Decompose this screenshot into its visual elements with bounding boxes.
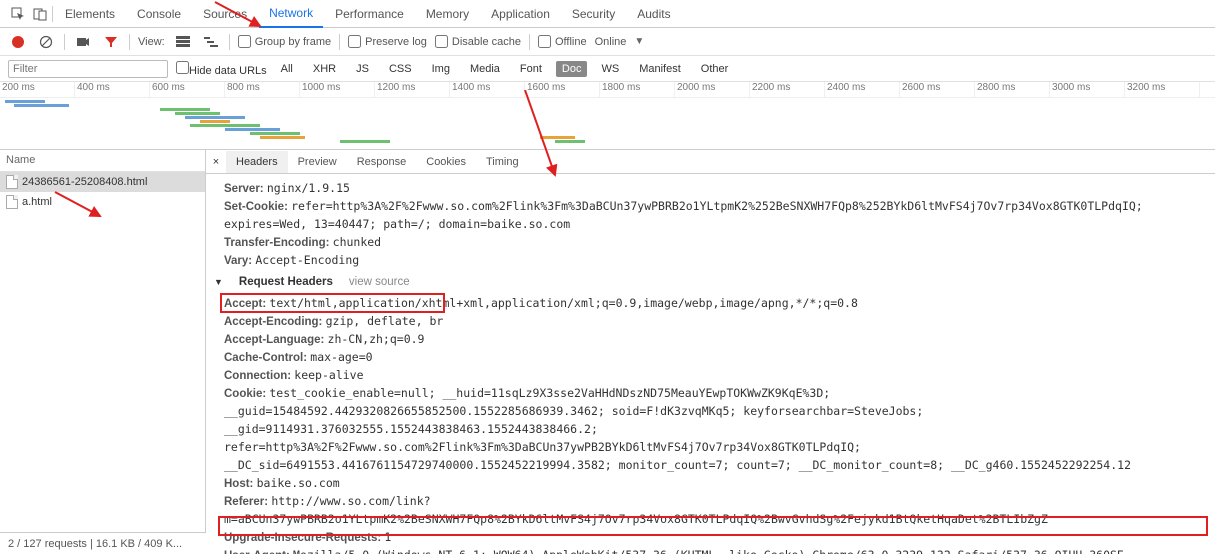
- filter-icon[interactable]: [101, 32, 121, 52]
- view-label: View:: [138, 36, 165, 48]
- header-value: gzip, deflate, br: [326, 314, 444, 328]
- header-key: Host:: [224, 478, 253, 490]
- timeline-bars: [0, 98, 1215, 150]
- header-value: zh-CN,zh;q=0.9: [328, 332, 425, 346]
- subtab-response[interactable]: Response: [347, 151, 417, 173]
- type-ws[interactable]: WS: [595, 61, 625, 77]
- caret-down-icon: ▼: [214, 274, 223, 291]
- request-row[interactable]: a.html: [0, 192, 205, 212]
- preserve-log-checkbox[interactable]: Preserve log: [348, 35, 427, 48]
- camera-icon[interactable]: [73, 32, 93, 52]
- file-icon: [6, 175, 18, 189]
- header-key: Accept-Language:: [224, 334, 324, 346]
- header-key: Cache-Control:: [224, 352, 307, 364]
- type-js[interactable]: JS: [350, 61, 375, 77]
- type-doc[interactable]: Doc: [556, 61, 588, 77]
- type-all[interactable]: All: [275, 61, 299, 77]
- header-key: Connection:: [224, 370, 291, 382]
- header-value: test_cookie_enable=null; __huid=11sqLz9X…: [224, 386, 1131, 472]
- header-value: refer=http%3A%2F%2Fwww.so.com%2Flink%3Fm…: [224, 199, 1143, 231]
- inspect-icon[interactable]: [8, 4, 28, 24]
- tab-console[interactable]: Console: [127, 1, 191, 27]
- header-value: chunked: [333, 235, 381, 249]
- header-value: Mozilla/5.0 (Windows NT 6.1; WOW64) Appl…: [293, 548, 1124, 554]
- header-key: Server:: [224, 183, 264, 195]
- group-by-frame-checkbox[interactable]: Group by frame: [238, 35, 331, 48]
- request-headers-section[interactable]: ▼ Request Headers view source: [214, 274, 1205, 291]
- header-value: 1: [384, 530, 391, 544]
- disable-cache-checkbox[interactable]: Disable cache: [435, 35, 521, 48]
- network-toolbar: View: Group by frame Preserve log Disabl…: [0, 28, 1215, 56]
- header-value: nginx/1.9.15: [267, 181, 350, 195]
- header-key: Upgrade-Insecure-Requests:: [224, 532, 381, 544]
- tab-network[interactable]: Network: [259, 0, 323, 28]
- header-key: Set-Cookie:: [224, 201, 288, 213]
- subtab-headers[interactable]: Headers: [226, 151, 288, 173]
- header-key: Cookie:: [224, 388, 266, 400]
- type-img[interactable]: Img: [426, 61, 456, 77]
- filter-input[interactable]: [8, 60, 168, 78]
- header-key: Accept:: [224, 298, 266, 310]
- header-value: baike.so.com: [257, 476, 340, 490]
- tab-elements[interactable]: Elements: [55, 1, 125, 27]
- throttle-caret-icon[interactable]: ▼: [634, 36, 644, 47]
- throttle-select[interactable]: Online: [595, 36, 627, 48]
- request-list-panel: Name 24386561-25208408.html a.html: [0, 150, 206, 554]
- close-details-icon[interactable]: ×: [206, 156, 226, 168]
- file-icon: [6, 195, 18, 209]
- tab-security[interactable]: Security: [562, 1, 625, 27]
- clear-icon[interactable]: [36, 32, 56, 52]
- type-xhr[interactable]: XHR: [307, 61, 342, 77]
- hide-data-urls-checkbox[interactable]: Hide data URLs: [176, 61, 267, 77]
- header-value: text/html,application/xhtml+xml,applicat…: [269, 296, 858, 310]
- type-other[interactable]: Other: [695, 61, 735, 77]
- header-value: keep-alive: [294, 368, 363, 382]
- header-value: max-age=0: [310, 350, 372, 364]
- status-bar: 2 / 127 requests | 16.1 KB / 409 K...: [0, 532, 206, 554]
- header-key: User-Agent:: [224, 550, 290, 554]
- view-source-link[interactable]: view source: [349, 274, 410, 291]
- tab-memory[interactable]: Memory: [416, 1, 479, 27]
- devtools-top-tabs: Elements Console Sources Network Perform…: [0, 0, 1215, 28]
- timeline-overview[interactable]: 200 ms400 ms600 ms800 ms1000 ms1200 ms14…: [0, 82, 1215, 150]
- subtab-cookies[interactable]: Cookies: [416, 151, 476, 173]
- offline-checkbox[interactable]: Offline: [538, 35, 587, 48]
- header-key: Transfer-Encoding:: [224, 237, 329, 249]
- request-row[interactable]: 24386561-25208408.html: [0, 172, 205, 192]
- header-key: Vary:: [224, 255, 252, 267]
- subtab-preview[interactable]: Preview: [288, 151, 347, 173]
- type-font[interactable]: Font: [514, 61, 548, 77]
- waterfall-icon[interactable]: [201, 32, 221, 52]
- tab-application[interactable]: Application: [481, 1, 560, 27]
- header-key: Referer:: [224, 496, 268, 508]
- type-manifest[interactable]: Manifest: [633, 61, 687, 77]
- header-key: Accept-Encoding:: [224, 316, 322, 328]
- tab-audits[interactable]: Audits: [627, 1, 680, 27]
- header-value: http://www.so.com/link?m=aBCUn37ywPBRB2o…: [224, 494, 1048, 526]
- type-media[interactable]: Media: [464, 61, 506, 77]
- tab-performance[interactable]: Performance: [325, 1, 414, 27]
- column-name[interactable]: Name: [0, 150, 205, 172]
- tab-sources[interactable]: Sources: [193, 1, 257, 27]
- type-css[interactable]: CSS: [383, 61, 418, 77]
- large-rows-icon[interactable]: [173, 32, 193, 52]
- header-value: Accept-Encoding: [255, 253, 359, 267]
- record-button[interactable]: [8, 32, 28, 52]
- request-detail-panel: × Headers Preview Response Cookies Timin…: [206, 150, 1215, 554]
- subtab-timing[interactable]: Timing: [476, 151, 529, 173]
- timeline-ruler: 200 ms400 ms600 ms800 ms1000 ms1200 ms14…: [0, 82, 1215, 98]
- filter-row: Hide data URLs All XHR JS CSS Img Media …: [0, 56, 1215, 82]
- device-toggle-icon[interactable]: [30, 4, 50, 24]
